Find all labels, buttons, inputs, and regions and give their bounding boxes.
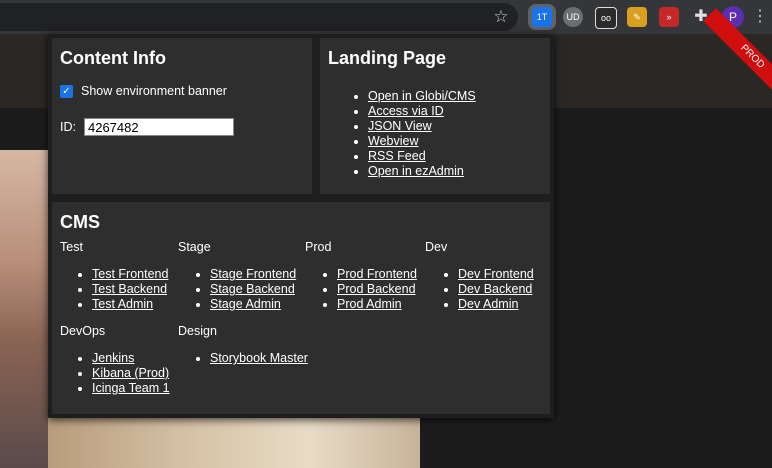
show-banner-row: ✓ Show environment banner bbox=[60, 84, 227, 98]
cms-group-devops: Jenkins Kibana (Prod) Icinga Team 1 bbox=[52, 351, 170, 396]
list-item: Access via ID bbox=[368, 104, 476, 119]
stage-frontend-link[interactable]: Stage Frontend bbox=[210, 267, 296, 281]
open-in-globi-link[interactable]: Open in Globi/CMS bbox=[368, 89, 476, 103]
list-item: Test Backend bbox=[92, 282, 168, 297]
page-photo bbox=[0, 150, 48, 468]
landing-page-panel: Landing Page Open in Globi/CMS Access vi… bbox=[320, 38, 550, 194]
cms-title: CMS bbox=[60, 212, 100, 232]
list-item: Test Frontend bbox=[92, 267, 168, 282]
list-item: Test Admin bbox=[92, 297, 168, 312]
test-backend-link[interactable]: Test Backend bbox=[92, 282, 167, 296]
cms-group-prod-title: Prod bbox=[305, 240, 332, 254]
page-photo-bottom bbox=[48, 418, 420, 468]
landing-page-title: Landing Page bbox=[328, 48, 447, 68]
access-via-id-link[interactable]: Access via ID bbox=[368, 104, 444, 118]
icinga-team-link[interactable]: Icinga Team 1 bbox=[92, 381, 170, 395]
id-row: ID: bbox=[60, 118, 234, 136]
extension-popup: Content Info ✓ Show environment banner I… bbox=[48, 34, 554, 418]
cms-group-design-title: Design bbox=[178, 324, 217, 338]
highlighter-icon[interactable]: ✎ bbox=[627, 7, 647, 27]
test-frontend-link[interactable]: Test Frontend bbox=[92, 267, 168, 281]
cms-group-test: Test Frontend Test Backend Test Admin bbox=[52, 267, 168, 312]
tampermonkey-icon[interactable]: oo bbox=[595, 7, 617, 29]
list-item: Stage Frontend bbox=[210, 267, 296, 282]
dev-admin-link[interactable]: Dev Admin bbox=[458, 297, 518, 311]
content-info-extension-icon[interactable]: 1T bbox=[532, 7, 552, 27]
stage-backend-link[interactable]: Stage Backend bbox=[210, 282, 295, 296]
list-item: Prod Backend bbox=[337, 282, 417, 297]
cms-group-prod: Prod Frontend Prod Backend Prod Admin bbox=[297, 267, 417, 312]
list-item: Prod Frontend bbox=[337, 267, 417, 282]
list-item: Dev Frontend bbox=[458, 267, 534, 282]
list-item: JSON View bbox=[368, 119, 476, 134]
list-item: Webview bbox=[368, 134, 476, 149]
list-item: Jenkins bbox=[92, 351, 170, 366]
show-banner-checkbox[interactable]: ✓ bbox=[60, 84, 73, 98]
list-item: Stage Admin bbox=[210, 297, 296, 312]
json-view-link[interactable]: JSON View bbox=[368, 119, 432, 133]
ublock-icon[interactable]: UD bbox=[563, 7, 583, 27]
list-item: Dev Admin bbox=[458, 297, 534, 312]
id-label: ID: bbox=[60, 120, 76, 134]
cms-panel: CMS Test Test Frontend Test Backend Test… bbox=[52, 202, 550, 414]
rss-feed-link[interactable]: RSS Feed bbox=[368, 149, 426, 163]
dev-backend-link[interactable]: Dev Backend bbox=[458, 282, 532, 296]
list-item: Dev Backend bbox=[458, 282, 534, 297]
list-item: Icinga Team 1 bbox=[92, 381, 170, 396]
cms-group-dev: Dev Frontend Dev Backend Dev Admin bbox=[418, 267, 534, 312]
bookmark-star-icon[interactable]: ☆ bbox=[490, 6, 512, 28]
kibana-prod-link[interactable]: Kibana (Prod) bbox=[92, 366, 169, 380]
prod-admin-link[interactable]: Prod Admin bbox=[337, 297, 402, 311]
browser-toolbar: ☆ 1T UD oo ✎ » ✚ P ⋮ bbox=[0, 0, 772, 34]
id-input[interactable] bbox=[83, 118, 234, 136]
test-admin-link[interactable]: Test Admin bbox=[92, 297, 153, 311]
storybook-master-link[interactable]: Storybook Master bbox=[210, 351, 308, 365]
content-info-panel: Content Info ✓ Show environment banner I… bbox=[52, 38, 312, 194]
prod-frontend-link[interactable]: Prod Frontend bbox=[337, 267, 417, 281]
cms-group-stage: Stage Frontend Stage Backend Stage Admin bbox=[170, 267, 296, 312]
list-item: Storybook Master bbox=[210, 351, 308, 366]
list-item: RSS Feed bbox=[368, 149, 476, 164]
cms-group-devops-title: DevOps bbox=[60, 324, 106, 338]
landing-page-links: Open in Globi/CMS Access via ID JSON Vie… bbox=[320, 89, 476, 179]
webview-link[interactable]: Webview bbox=[368, 134, 418, 148]
cms-group-stage-title: Stage bbox=[178, 240, 211, 254]
cms-group-dev-title: Dev bbox=[425, 240, 448, 254]
list-item: Prod Admin bbox=[337, 297, 417, 312]
stage-admin-link[interactable]: Stage Admin bbox=[210, 297, 281, 311]
content-info-title: Content Info bbox=[60, 48, 166, 68]
list-item: Open in ezAdmin bbox=[368, 164, 476, 179]
dev-frontend-link[interactable]: Dev Frontend bbox=[458, 267, 534, 281]
jenkins-link[interactable]: Jenkins bbox=[92, 351, 134, 365]
prod-backend-link[interactable]: Prod Backend bbox=[337, 282, 416, 296]
browser-menu-icon[interactable]: ⋮ bbox=[752, 6, 768, 28]
devtools-extension-icon[interactable]: » bbox=[659, 7, 679, 27]
open-in-ezadmin-link[interactable]: Open in ezAdmin bbox=[368, 164, 464, 178]
list-item: Kibana (Prod) bbox=[92, 366, 170, 381]
list-item: Stage Backend bbox=[210, 282, 296, 297]
address-bar[interactable] bbox=[0, 3, 518, 31]
cms-group-design: Storybook Master bbox=[170, 351, 308, 366]
list-item: Open in Globi/CMS bbox=[368, 89, 476, 104]
cms-group-test-title: Test bbox=[60, 240, 83, 254]
show-banner-label: Show environment banner bbox=[81, 84, 227, 98]
